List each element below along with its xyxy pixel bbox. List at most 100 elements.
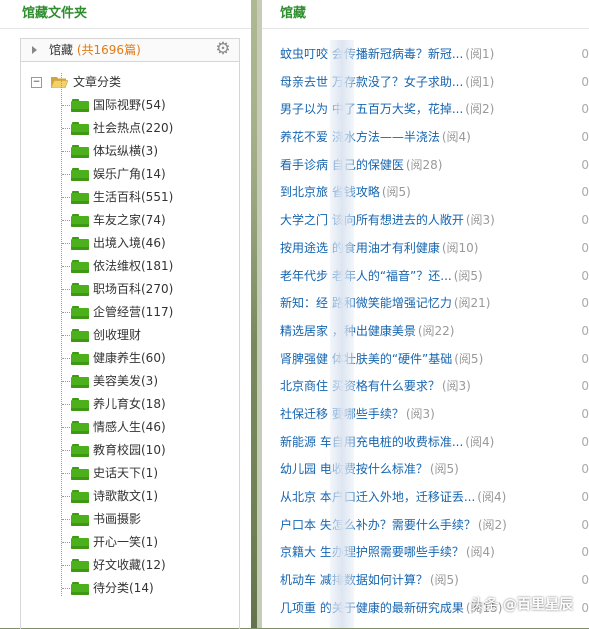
- truncated-column: 0: [581, 600, 589, 615]
- article-title-link[interactable]: 几项重 的关于健康的最新研究成果: [280, 601, 464, 615]
- article-item[interactable]: 按用途选 的食用油才有利健康 (阅10) 0: [262, 234, 589, 262]
- article-title-link[interactable]: 肾脾强健 体壮肤美的“硬件”基础: [280, 352, 452, 366]
- folder-item[interactable]: 开心一笑(1): [21, 531, 239, 554]
- folder-item[interactable]: 美容美发(3): [21, 370, 239, 393]
- folder-item[interactable]: 生活百科(551): [21, 186, 239, 209]
- article-title-link[interactable]: 新能源 车自用充电桩的收费标准...: [280, 435, 463, 449]
- folder-panel-title: 馆藏文件夹: [0, 0, 251, 29]
- watermark-prefix: 头条: [470, 597, 499, 613]
- folder-icon: [71, 168, 89, 181]
- article-title-link[interactable]: 养花不爱 浇水方法——半浇法: [280, 130, 440, 144]
- article-title-link[interactable]: 按用途选 的食用油才有利健康: [280, 241, 440, 255]
- truncated-column: 0: [581, 296, 589, 311]
- article-item[interactable]: 机动车 减排数据如何计算？ (阅5) 0: [262, 566, 589, 594]
- article-item[interactable]: 到北京旅 省钱攻略 (阅5) 0: [262, 178, 589, 206]
- read-count: (阅28): [405, 157, 443, 172]
- article-title-link[interactable]: 北京商住 买资格有什么要求？: [280, 379, 440, 393]
- folder-label: 社会热点(220): [93, 121, 174, 135]
- list-panel-title: 馆藏: [262, 0, 589, 29]
- category-root-node[interactable]: − 文章分类: [21, 71, 239, 94]
- folder-list: 国际视野(54) 社会热点(220) 体坛纵横(3) 娱乐广角(14) 生活百科(551…: [21, 94, 239, 600]
- folder-tree-box: 馆藏 (共1696篇) ⚙ − 文章分类 国际视野(54) 社会热点(220) 体坛…: [20, 38, 240, 629]
- folder-item[interactable]: 娱乐广角(14): [21, 163, 239, 186]
- folder-item[interactable]: 诗歌散文(1): [21, 485, 239, 508]
- folder-item[interactable]: 体坛纵横(3): [21, 140, 239, 163]
- category-root-label: 文章分类: [73, 75, 122, 89]
- truncated-column: 0: [581, 462, 589, 477]
- read-count: (阅4): [441, 130, 471, 145]
- article-title-link[interactable]: 京籍大 生办理护照需要哪些手续？: [280, 545, 464, 559]
- article-item[interactable]: 蚊虫叮咬 会传播新冠病毒？新冠... (阅1) 0: [262, 40, 589, 68]
- tree-connector: [62, 404, 70, 405]
- article-item[interactable]: 新知：经 路和微笑能增强记忆力 (阅21) 0: [262, 289, 589, 317]
- article-title-link[interactable]: 老年代步 老年人的“福音”？还...: [280, 269, 452, 283]
- article-item[interactable]: 男子以为 中了五百万大奖，花掉... (阅2) 0: [262, 95, 589, 123]
- folder-item[interactable]: 待分类(14): [21, 577, 239, 600]
- folder-label: 生活百科(551): [93, 190, 174, 204]
- folder-item[interactable]: 职场百科(270): [21, 278, 239, 301]
- tree-connector: [62, 450, 70, 451]
- folder-label: 养儿育女(18): [93, 397, 166, 411]
- article-title-link[interactable]: 户口本 失怎么补办？需要什么手续？: [280, 518, 476, 532]
- read-count: (阅4): [465, 545, 495, 560]
- article-item[interactable]: 幼儿园 电收费按什么标准？ (阅5) 0: [262, 455, 589, 483]
- read-count: (阅3): [441, 379, 471, 394]
- tree-connector: [62, 335, 70, 336]
- article-item[interactable]: 京籍大 生办理护照需要哪些手续？ (阅4) 0: [262, 538, 589, 566]
- expand-arrow-icon[interactable]: [32, 46, 37, 54]
- truncated-column: 0: [581, 47, 589, 61]
- folder-icon: [71, 306, 89, 319]
- article-item[interactable]: 社保迁移 要哪些手续？ (阅3) 0: [262, 400, 589, 428]
- folder-item[interactable]: 健康养生(60): [21, 347, 239, 370]
- article-item[interactable]: 大学之门 该向所有想进去的人敞开 (阅3) 0: [262, 206, 589, 234]
- article-title-link[interactable]: 新知：经 路和微笑能增强记忆力: [280, 296, 452, 310]
- folder-icon: [71, 559, 89, 572]
- gear-icon[interactable]: ⚙: [215, 41, 231, 58]
- article-title-link[interactable]: 男子以为 中了五百万大奖，花掉...: [280, 102, 463, 116]
- tree-connector: [62, 174, 70, 175]
- truncated-column: 0: [581, 102, 589, 117]
- article-item[interactable]: 北京商住 买资格有什么要求？ (阅3) 0: [262, 372, 589, 400]
- article-item[interactable]: 户口本 失怎么补办？需要什么手续？ (阅2) 0: [262, 511, 589, 539]
- article-item[interactable]: 母亲去世 万存款没了？女子求助... (阅1) 0: [262, 68, 589, 96]
- folder-icon: [71, 490, 89, 503]
- favorites-root-row[interactable]: 馆藏 (共1696篇) ⚙: [21, 39, 239, 62]
- folder-tree: − 文章分类 国际视野(54) 社会热点(220) 体坛纵横(3) 娱乐广角(14) 生…: [21, 71, 239, 600]
- folder-item[interactable]: 书画摄影: [21, 508, 239, 531]
- article-title-link[interactable]: 母亲去世 万存款没了？女子求助...: [280, 75, 463, 89]
- article-title-link[interactable]: 蚊虫叮咬 会传播新冠病毒？新冠...: [280, 47, 463, 61]
- folder-icon: [71, 283, 89, 296]
- tree-connector: [62, 358, 70, 359]
- article-item[interactable]: 看手诊病 自己的保健医 (阅28) 0: [262, 151, 589, 179]
- truncated-column: 0: [581, 185, 589, 200]
- article-item[interactable]: 新能源 车自用充电桩的收费标准... (阅4) 0: [262, 428, 589, 456]
- folder-item[interactable]: 出境入境(46): [21, 232, 239, 255]
- article-title-link[interactable]: 大学之门 该向所有想进去的人敞开: [280, 213, 464, 227]
- folder-item[interactable]: 创收理财: [21, 324, 239, 347]
- article-item[interactable]: 老年代步 老年人的“福音”？还... (阅5) 0: [262, 262, 589, 290]
- folder-item[interactable]: 车友之家(74): [21, 209, 239, 232]
- truncated-column: 0: [581, 130, 589, 145]
- folder-item[interactable]: 养儿育女(18): [21, 393, 239, 416]
- article-item[interactable]: 从北京 本户口迁入外地，迁移证丢... (阅4) 0: [262, 483, 589, 511]
- folder-item[interactable]: 社会热点(220): [21, 117, 239, 140]
- read-count: (阅5): [454, 351, 484, 366]
- folder-label: 教育校园(10): [93, 443, 166, 457]
- truncated-column: 0: [581, 517, 589, 532]
- folder-item[interactable]: 史话天下(1): [21, 462, 239, 485]
- tree-connector: [62, 220, 70, 221]
- folder-label: 好文收藏(12): [93, 558, 166, 572]
- folder-item[interactable]: 依法维权(181): [21, 255, 239, 278]
- read-count: (阅5): [429, 573, 459, 588]
- folder-icon: [71, 122, 89, 135]
- folder-item[interactable]: 教育校园(10): [21, 439, 239, 462]
- article-title-link[interactable]: 从北京 本户口迁入外地，迁移证丢...: [280, 490, 475, 504]
- folder-item[interactable]: 国际视野(54): [21, 94, 239, 117]
- folder-item[interactable]: 企管经营(117): [21, 301, 239, 324]
- collapse-minus-icon[interactable]: −: [31, 77, 42, 88]
- article-item[interactable]: 精选居家 ，种出健康美景 (阅22) 0: [262, 317, 589, 345]
- folder-item[interactable]: 好文收藏(12): [21, 554, 239, 577]
- article-item[interactable]: 肾脾强健 体壮肤美的“硬件”基础 (阅5) 0: [262, 345, 589, 373]
- folder-item[interactable]: 情感人生(46): [21, 416, 239, 439]
- article-item[interactable]: 养花不爱 浇水方法——半浇法 (阅4) 0: [262, 123, 589, 151]
